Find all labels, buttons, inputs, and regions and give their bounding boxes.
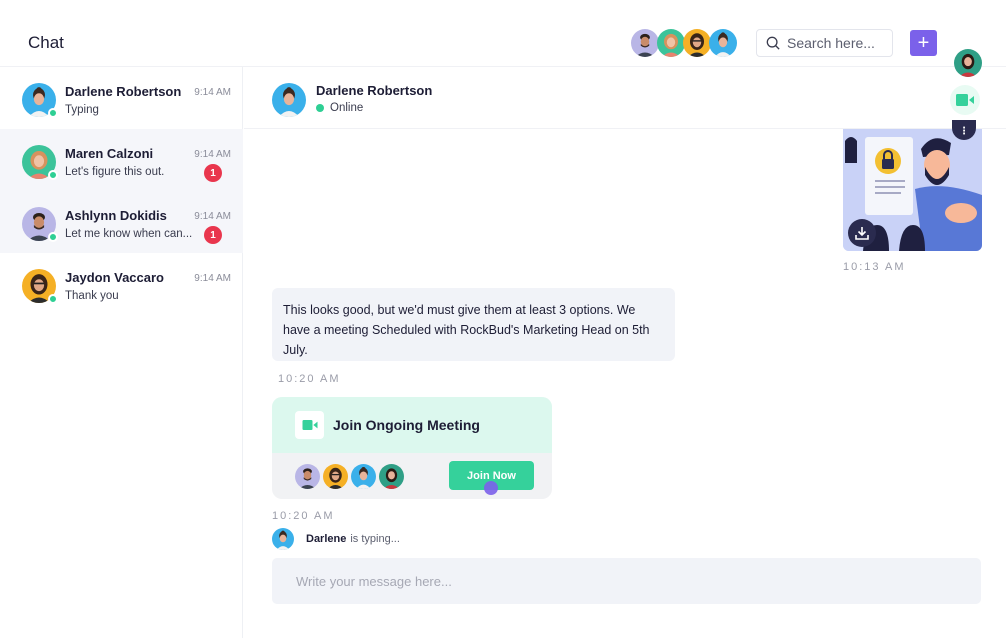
online-indicator bbox=[48, 170, 58, 180]
contact-item[interactable]: Jaydon Vaccaro Thank you 9:14 AM bbox=[0, 253, 243, 315]
message-timestamp: 10:20 AM bbox=[278, 373, 341, 385]
typing-name: Darlene bbox=[306, 533, 347, 545]
message-timestamp: 10:13 AM bbox=[843, 261, 906, 273]
contact-name: Darlene Robertson bbox=[65, 84, 182, 99]
avatar[interactable] bbox=[683, 29, 711, 57]
avatar bbox=[272, 528, 294, 550]
avatar bbox=[379, 464, 404, 489]
download-button[interactable] bbox=[848, 219, 876, 247]
avatar[interactable] bbox=[631, 29, 659, 57]
chat-header: Darlene Robertson Online bbox=[244, 67, 1006, 129]
contact-time: 9:14 AM bbox=[194, 149, 231, 160]
unread-badge: 1 bbox=[204, 164, 222, 182]
meeting-title: Join Ongoing Meeting bbox=[333, 417, 480, 433]
download-icon bbox=[855, 227, 869, 240]
contact-preview: Typing bbox=[65, 104, 99, 116]
message-bubble: This looks good, but we'd must give them… bbox=[272, 288, 675, 361]
typing-text: is typing... bbox=[350, 533, 400, 545]
contact-name: Ashlynn Dokidis bbox=[65, 208, 167, 223]
contact-time: 9:14 AM bbox=[194, 273, 231, 284]
avatar[interactable] bbox=[657, 29, 685, 57]
video-call-button[interactable] bbox=[950, 85, 980, 115]
contact-list: Darlene Robertson Typing 9:14 AM Maren C… bbox=[0, 67, 243, 638]
avatar bbox=[351, 464, 376, 489]
contact-item[interactable]: Darlene Robertson Typing 9:14 AM bbox=[0, 67, 243, 129]
avatar bbox=[272, 83, 306, 117]
typing-indicator: Darlene is typing... bbox=[272, 528, 400, 550]
add-button[interactable]: + bbox=[910, 30, 937, 56]
search-icon bbox=[766, 36, 780, 50]
online-indicator bbox=[48, 232, 58, 242]
cursor-indicator bbox=[484, 481, 498, 495]
contact-preview: Let's figure this out. bbox=[65, 166, 165, 178]
unread-badge: 1 bbox=[204, 226, 222, 244]
contact-preview: Let me know when can... bbox=[65, 228, 193, 240]
search-input[interactable]: Search here... bbox=[756, 29, 893, 57]
contact-name: Maren Calzoni bbox=[65, 146, 154, 161]
meeting-icon-box bbox=[295, 411, 324, 439]
video-camera-icon bbox=[956, 94, 974, 106]
search-placeholder: Search here... bbox=[787, 35, 875, 51]
avatar bbox=[295, 464, 320, 489]
meeting-participants bbox=[295, 464, 407, 489]
video-camera-icon bbox=[302, 420, 317, 430]
app-title: Chat bbox=[28, 33, 64, 52]
message-input[interactable] bbox=[272, 558, 981, 604]
chat-contact-name: Darlene Robertson bbox=[316, 83, 433, 98]
avatar bbox=[323, 464, 348, 489]
contact-item[interactable]: Maren Calzoni Let's figure this out. 9:1… bbox=[0, 129, 243, 191]
online-indicator bbox=[316, 104, 324, 112]
status-text: Online bbox=[330, 102, 364, 114]
contact-time: 9:14 AM bbox=[194, 211, 231, 222]
participant-avatars[interactable] bbox=[631, 29, 735, 57]
top-bar: Chat Search here... + bbox=[0, 0, 1006, 67]
contact-time: 9:14 AM bbox=[194, 87, 231, 98]
online-indicator bbox=[48, 108, 58, 118]
avatar[interactable] bbox=[709, 29, 737, 57]
message-timestamp: 10:20 AM bbox=[272, 510, 335, 522]
contact-item[interactable]: Ashlynn Dokidis Let me know when can... … bbox=[0, 191, 243, 253]
chat-status: Online bbox=[316, 102, 363, 114]
online-indicator bbox=[48, 294, 58, 304]
meeting-card: Join Ongoing Meeting Join Now bbox=[272, 397, 552, 499]
contact-preview: Thank you bbox=[65, 290, 119, 302]
contact-name: Jaydon Vaccaro bbox=[65, 270, 164, 285]
